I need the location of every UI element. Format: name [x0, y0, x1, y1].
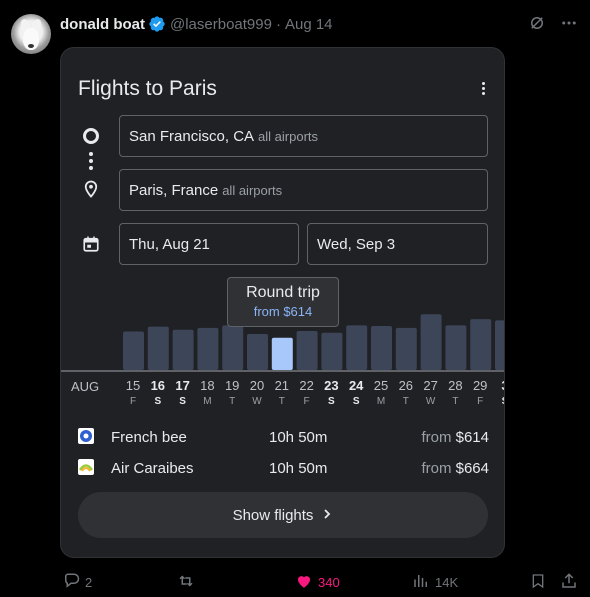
- flight-price: from $614: [421, 429, 489, 446]
- avatar[interactable]: [11, 14, 51, 54]
- reply-icon: [62, 572, 80, 593]
- share-button[interactable]: [560, 572, 578, 592]
- grok-icon[interactable]: [528, 14, 546, 37]
- show-flights-label: Show flights: [232, 506, 314, 524]
- day-label[interactable]: 3S: [495, 379, 504, 409]
- price-bar[interactable]: [247, 334, 268, 370]
- price-bar-selected[interactable]: [271, 337, 293, 370]
- price-bar[interactable]: [420, 314, 442, 370]
- flight-row[interactable]: French bee 10h 50m from $614: [61, 426, 504, 448]
- day-label[interactable]: 28 T: [445, 379, 465, 409]
- like-button[interactable]: 340: [295, 572, 340, 592]
- destination-field[interactable]: Paris, France all airports: [119, 169, 488, 211]
- views-button[interactable]: 14K: [412, 572, 458, 592]
- calendar-icon: [82, 234, 100, 259]
- flight-duration: 10h 50m: [269, 429, 328, 446]
- depart-date-field[interactable]: Thu, Aug 21: [119, 223, 299, 265]
- day-label[interactable]: 26 T: [396, 379, 416, 409]
- tweet-header: donald boat @laserboat999 · Aug 14: [60, 14, 333, 34]
- retweet-button[interactable]: [176, 572, 196, 592]
- card-title: Flights to Paris: [78, 77, 217, 100]
- day-label[interactable]: 16 S: [148, 379, 168, 409]
- day-label[interactable]: 19 T: [222, 379, 242, 409]
- price-tooltip: Round trip from $614: [227, 277, 339, 327]
- flights-card[interactable]: Flights to Paris San Francisco, CA all a…: [60, 47, 505, 558]
- heart-icon: [295, 572, 313, 593]
- flight-row[interactable]: Air Caraibes 10h 50m from $664: [61, 457, 504, 479]
- flight-price: from $664: [421, 460, 489, 477]
- air-caraibes-logo-icon: [78, 459, 94, 475]
- destination-city: Paris, France: [129, 181, 219, 199]
- day-label[interactable]: 29 F: [470, 379, 490, 409]
- price-bar[interactable]: [321, 332, 343, 370]
- location-pin-icon: [82, 179, 100, 204]
- price-bar[interactable]: [197, 327, 219, 370]
- day-label[interactable]: 20 W: [247, 379, 267, 409]
- display-name[interactable]: donald boat: [60, 16, 145, 33]
- handle[interactable]: @laserboat999: [170, 16, 272, 33]
- views-count: 14K: [435, 574, 459, 590]
- verified-badge-icon: [148, 15, 166, 33]
- price-bar[interactable]: [495, 320, 505, 370]
- reply-button[interactable]: 2: [62, 572, 92, 592]
- price-bar[interactable]: [296, 330, 318, 370]
- chevron-right-icon: [321, 507, 333, 524]
- tooltip-price: from $614: [253, 304, 313, 319]
- views-icon: [412, 572, 430, 593]
- price-bar[interactable]: [147, 326, 169, 370]
- depart-date: Thu, Aug 21: [129, 235, 210, 253]
- price-bar[interactable]: [123, 331, 144, 370]
- more-options-icon[interactable]: [560, 14, 578, 37]
- origin-sub: all airports: [258, 128, 319, 144]
- day-label[interactable]: 27 W: [421, 379, 441, 409]
- card-menu-icon[interactable]: [482, 82, 485, 95]
- return-date: Wed, Sep 3: [317, 235, 396, 253]
- separator: ·: [275, 15, 281, 33]
- origin-city: San Francisco, CA: [129, 127, 255, 145]
- day-label[interactable]: 24 S: [346, 379, 366, 409]
- airline-name: French bee: [111, 429, 187, 446]
- share-icon: [560, 572, 578, 593]
- bookmark-button[interactable]: [530, 572, 546, 592]
- timestamp[interactable]: Aug 14: [285, 16, 333, 33]
- origin-circle-icon: [82, 127, 100, 150]
- price-bar[interactable]: [395, 327, 417, 370]
- day-label[interactable]: 25 M: [371, 379, 391, 409]
- chart-baseline: [61, 370, 504, 372]
- price-bar[interactable]: [445, 325, 467, 370]
- day-label[interactable]: 23 S: [321, 379, 341, 409]
- day-label[interactable]: 21 T: [272, 379, 292, 409]
- reply-count: 2: [85, 574, 93, 590]
- show-flights-button[interactable]: Show flights: [78, 492, 488, 538]
- day-label[interactable]: 17 S: [173, 379, 193, 409]
- tooltip-trip-type: Round trip: [246, 284, 320, 301]
- price-bar[interactable]: [346, 325, 368, 370]
- airline-name: Air Caraibes: [111, 460, 194, 477]
- day-label[interactable]: 15 F: [123, 379, 143, 409]
- retweet-icon: [176, 572, 196, 593]
- french-bee-logo-icon: [78, 428, 94, 444]
- like-count: 340: [318, 574, 340, 590]
- day-label[interactable]: 22 F: [297, 379, 317, 409]
- day-label[interactable]: 18 M: [197, 379, 217, 409]
- price-bar[interactable]: [470, 319, 492, 370]
- return-date-field[interactable]: Wed, Sep 3: [307, 223, 488, 265]
- price-bar[interactable]: [371, 325, 392, 370]
- route-dots-icon: [89, 152, 93, 175]
- destination-sub: all airports: [222, 182, 283, 198]
- price-bar[interactable]: [222, 325, 244, 370]
- flight-duration: 10h 50m: [269, 460, 328, 477]
- price-bar[interactable]: [172, 329, 194, 370]
- origin-field[interactable]: San Francisco, CA all airports: [119, 115, 488, 157]
- month-label: AUG: [71, 379, 100, 394]
- bookmark-icon: [530, 572, 546, 593]
